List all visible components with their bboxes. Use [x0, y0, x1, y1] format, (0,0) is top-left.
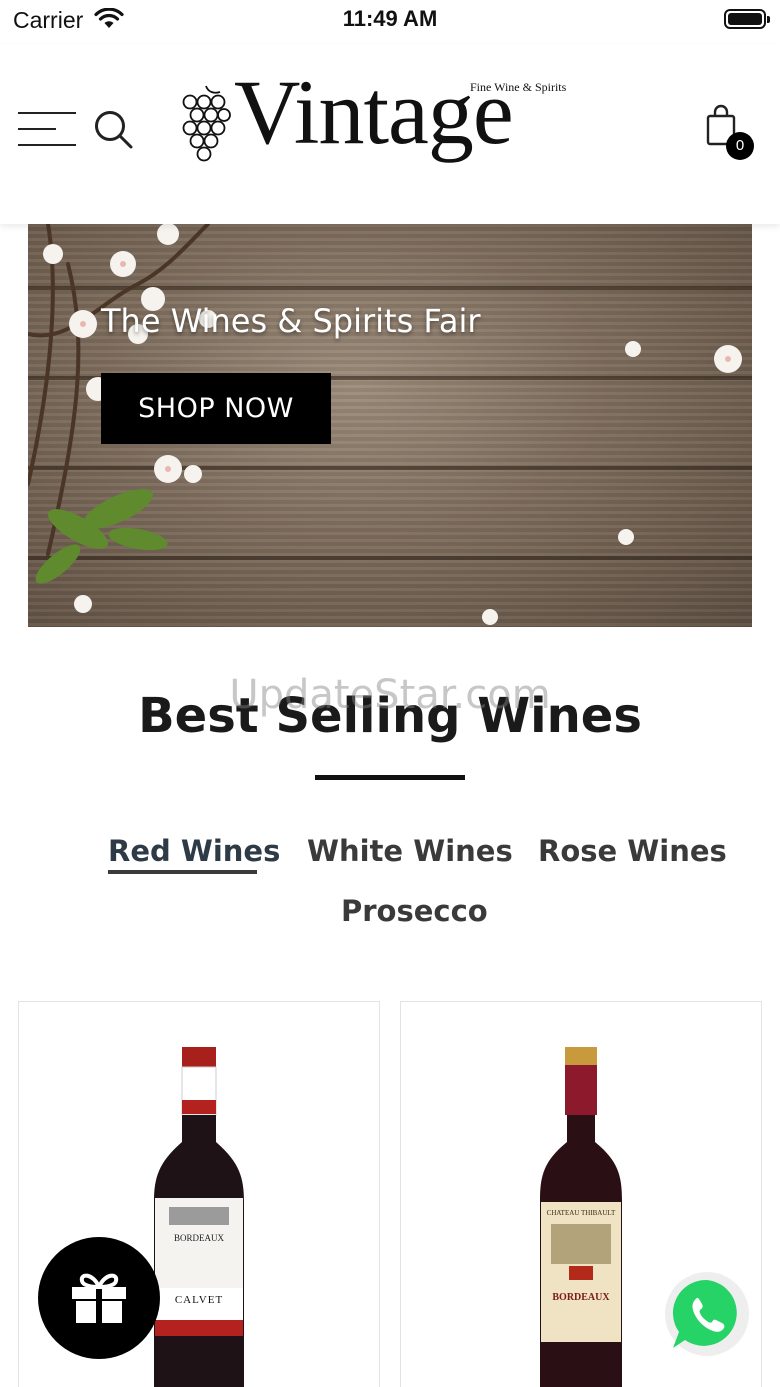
title-divider [315, 775, 465, 780]
search-icon[interactable] [92, 108, 134, 150]
gift-button[interactable] [38, 1237, 160, 1359]
battery-icon [724, 9, 770, 29]
app-header: Vintage Fine Wine & Spirits 0 [0, 44, 780, 224]
tab-prosecco[interactable]: Prosecco [341, 894, 488, 928]
status-bar: Carrier 11:49 AM [0, 0, 780, 44]
tab-red-wines[interactable]: Red Wines [108, 834, 280, 868]
bottle-label-region: BORDEAUX [173, 1233, 224, 1243]
whatsapp-icon [665, 1272, 749, 1356]
cart-button[interactable]: 0 [704, 104, 756, 162]
cart-count-badge: 0 [726, 132, 754, 160]
brand-tagline: Fine Wine & Spirits [470, 80, 567, 94]
gift-icon [72, 1273, 126, 1323]
grapes-icon [182, 85, 231, 162]
hero-banner[interactable]: The Wines & Spirits Fair SHOP NOW [28, 224, 752, 627]
menu-icon[interactable] [18, 110, 76, 148]
tab-rose-wines[interactable]: Rose Wines [538, 834, 727, 868]
watermark: UpdateStar.com [229, 672, 551, 718]
shop-now-button[interactable]: SHOP NOW [101, 373, 331, 444]
tab-white-wines[interactable]: White Wines [307, 834, 513, 868]
active-tab-underline [108, 870, 257, 874]
status-time: 11:49 AM [342, 6, 438, 31]
whatsapp-button[interactable] [663, 1270, 751, 1358]
hero-title: The Wines & Spirits Fair [101, 302, 481, 340]
brand-logo[interactable]: Vintage Fine Wine & Spirits [180, 66, 580, 184]
bottle-label-region: BORDEAUX [552, 1292, 610, 1303]
bottle-label-brand: CALVET [174, 1294, 224, 1306]
bottle-label-brand: CHATEAU THIBAULT [546, 1209, 616, 1217]
